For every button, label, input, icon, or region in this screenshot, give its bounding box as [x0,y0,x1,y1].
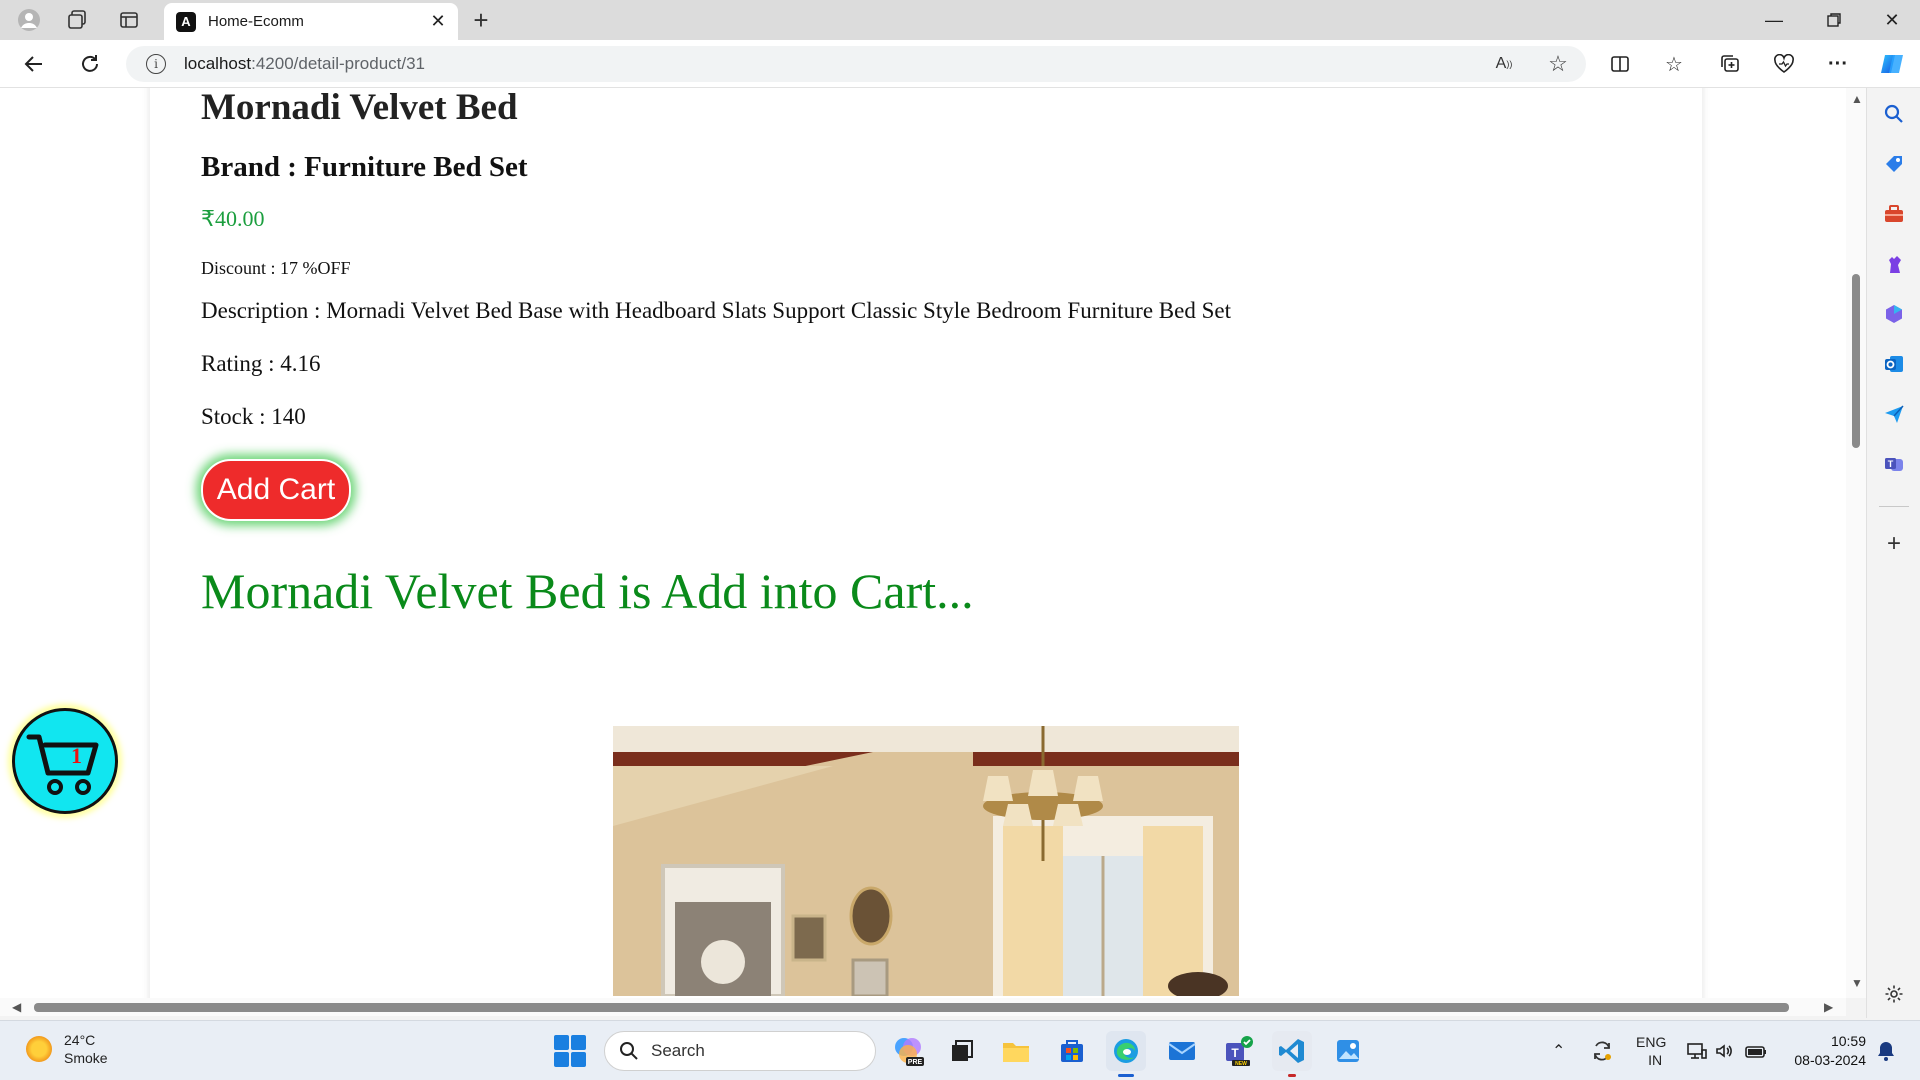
edge-active-indicator [1118,1074,1134,1077]
tools-icon[interactable] [1880,200,1908,228]
refresh-button[interactable] [72,48,108,80]
copilot-icon[interactable] [1872,48,1912,80]
sidebar-divider [1879,506,1909,507]
copilot-preview-icon[interactable]: PRE [888,1031,928,1071]
mail-icon[interactable] [1162,1031,1202,1071]
vscode-icon[interactable] [1272,1031,1312,1077]
url-field[interactable]: i localhost:4200/detail-product/31 A)) ☆ [126,46,1586,82]
product-rating: Rating : 4.16 [201,351,321,376]
close-tab-icon[interactable]: ✕ [424,8,452,36]
close-window-button[interactable]: ✕ [1864,0,1920,40]
url-host: localhost [184,54,252,73]
tab-bar: A Home-Ecomm ✕ + — ✕ [0,0,1920,40]
url-path: :4200/detail-product/31 [251,54,426,73]
photos-app-icon[interactable] [1328,1031,1368,1071]
added-to-cart-message: Mornadi Velvet Bed is Add into Cart... [201,563,974,619]
send-icon[interactable] [1880,400,1908,428]
file-explorer-icon[interactable] [996,1031,1036,1071]
battery-icon[interactable] [1744,1021,1768,1080]
taskbar-search-label: Search [651,1041,705,1060]
games-icon[interactable] [1880,250,1908,278]
profile-icon[interactable] [8,6,50,34]
add-sidebar-app-icon[interactable]: + [1880,530,1908,558]
scroll-right-icon[interactable]: ▶ [1824,1000,1833,1014]
restore-button[interactable] [1806,0,1862,40]
floating-cart-button[interactable]: 1 [12,708,118,814]
region-code: IN [1648,1052,1663,1068]
svg-text:PRE: PRE [908,1059,923,1066]
more-options-icon[interactable]: ··· [1818,48,1858,80]
microsoft-365-icon[interactable] [1880,300,1908,328]
collections-icon[interactable] [1710,48,1750,80]
back-button[interactable] [16,48,52,80]
show-hidden-icons[interactable]: ⌃ [1552,1021,1565,1080]
read-aloud-icon[interactable]: A)) [1488,48,1520,80]
svg-text:NEW: NEW [1235,1061,1247,1067]
settings-gear-icon[interactable] [1880,980,1908,1008]
scroll-down-icon[interactable]: ▼ [1851,976,1863,990]
horizontal-scroll-thumb[interactable] [34,1003,1789,1012]
weather-widget[interactable]: 24°C Smoke [26,1031,108,1067]
system-clock[interactable]: 10:59 08-03-2024 [1786,1032,1866,1070]
browser-tab[interactable]: A Home-Ecomm ✕ [164,3,458,40]
notifications-bell-icon[interactable] [1876,1021,1896,1080]
product-detail-card: Mornadi Velvet Bed Brand : Furniture Bed… [150,88,1702,998]
product-price: ₹40.00 [201,206,265,231]
search-icon [620,1042,638,1060]
edge-browser-icon[interactable] [1106,1031,1146,1077]
svg-text:T: T [1888,459,1894,469]
tab-title: Home-Ecomm [208,13,304,30]
angular-icon: A [176,11,196,32]
network-icon[interactable] [1686,1021,1708,1080]
favorite-star-icon[interactable]: ☆ [1542,48,1574,80]
clock-time: 10:59 [1830,1033,1866,1049]
vertical-scroll-thumb[interactable] [1852,274,1860,448]
scroll-up-icon[interactable]: ▲ [1851,92,1863,106]
taskbar-search-box[interactable]: Search [604,1031,876,1071]
weather-condition: Smoke [64,1050,108,1066]
scroll-left-icon[interactable]: ◀ [12,1000,21,1014]
address-bar: i localhost:4200/detail-product/31 A)) ☆… [0,40,1920,88]
windows-taskbar: 24°C Smoke Search PRE T NEW ⌃ ENG IN 10:… [0,1020,1920,1080]
outlook-icon[interactable] [1880,350,1908,378]
product-stock: Stock : 140 [201,404,306,429]
favorites-icon[interactable]: ☆ [1654,48,1694,80]
cart-icon [26,734,99,795]
microsoft-store-icon[interactable] [1052,1031,1092,1071]
edge-sidebar: T + [1866,88,1920,1018]
language-code: ENG [1636,1034,1667,1050]
browser-essentials-icon[interactable] [1764,48,1804,80]
vertical-tabs-icon[interactable] [108,6,150,34]
task-view-icon[interactable] [940,1031,980,1071]
search-icon[interactable] [1880,100,1908,128]
product-discount: Discount : 17 %OFF [201,258,351,278]
page-viewport: Mornadi Velvet Bed Brand : Furniture Bed… [0,88,1866,998]
product-name: Mornadi Velvet Bed [201,88,518,128]
add-cart-button[interactable]: Add Cart [201,459,351,521]
minimize-button[interactable]: — [1746,0,1802,40]
product-image [613,726,1239,996]
clock-date: 08-03-2024 [1794,1052,1866,1068]
cart-count: 1 [71,743,82,768]
product-brand: Brand : Furniture Bed Set [201,151,528,183]
weather-sun-icon [26,1036,52,1062]
vscode-active-indicator [1288,1074,1296,1077]
site-info-icon[interactable]: i [146,54,166,74]
workspaces-icon[interactable] [56,6,98,34]
language-indicator[interactable]: ENG IN [1636,1021,1666,1080]
sync-icon[interactable] [1590,1021,1614,1080]
volume-icon[interactable] [1714,1021,1734,1080]
product-description: Description : Mornadi Velvet Bed Base wi… [201,298,1231,323]
vertical-scrollbar[interactable]: ▲ ▼ [1846,88,1866,998]
svg-text:T: T [1231,1046,1239,1060]
split-screen-icon[interactable] [1600,48,1640,80]
weather-temperature: 24°C [64,1032,96,1048]
teams-new-icon[interactable]: T NEW [1218,1031,1258,1071]
horizontal-scrollbar[interactable]: ◀ ▶ [0,998,1846,1016]
teams-icon[interactable]: T [1880,450,1908,478]
new-tab-button[interactable]: + [462,5,500,35]
shopping-tag-icon[interactable] [1880,150,1908,178]
windows-start-button[interactable] [554,1035,586,1067]
